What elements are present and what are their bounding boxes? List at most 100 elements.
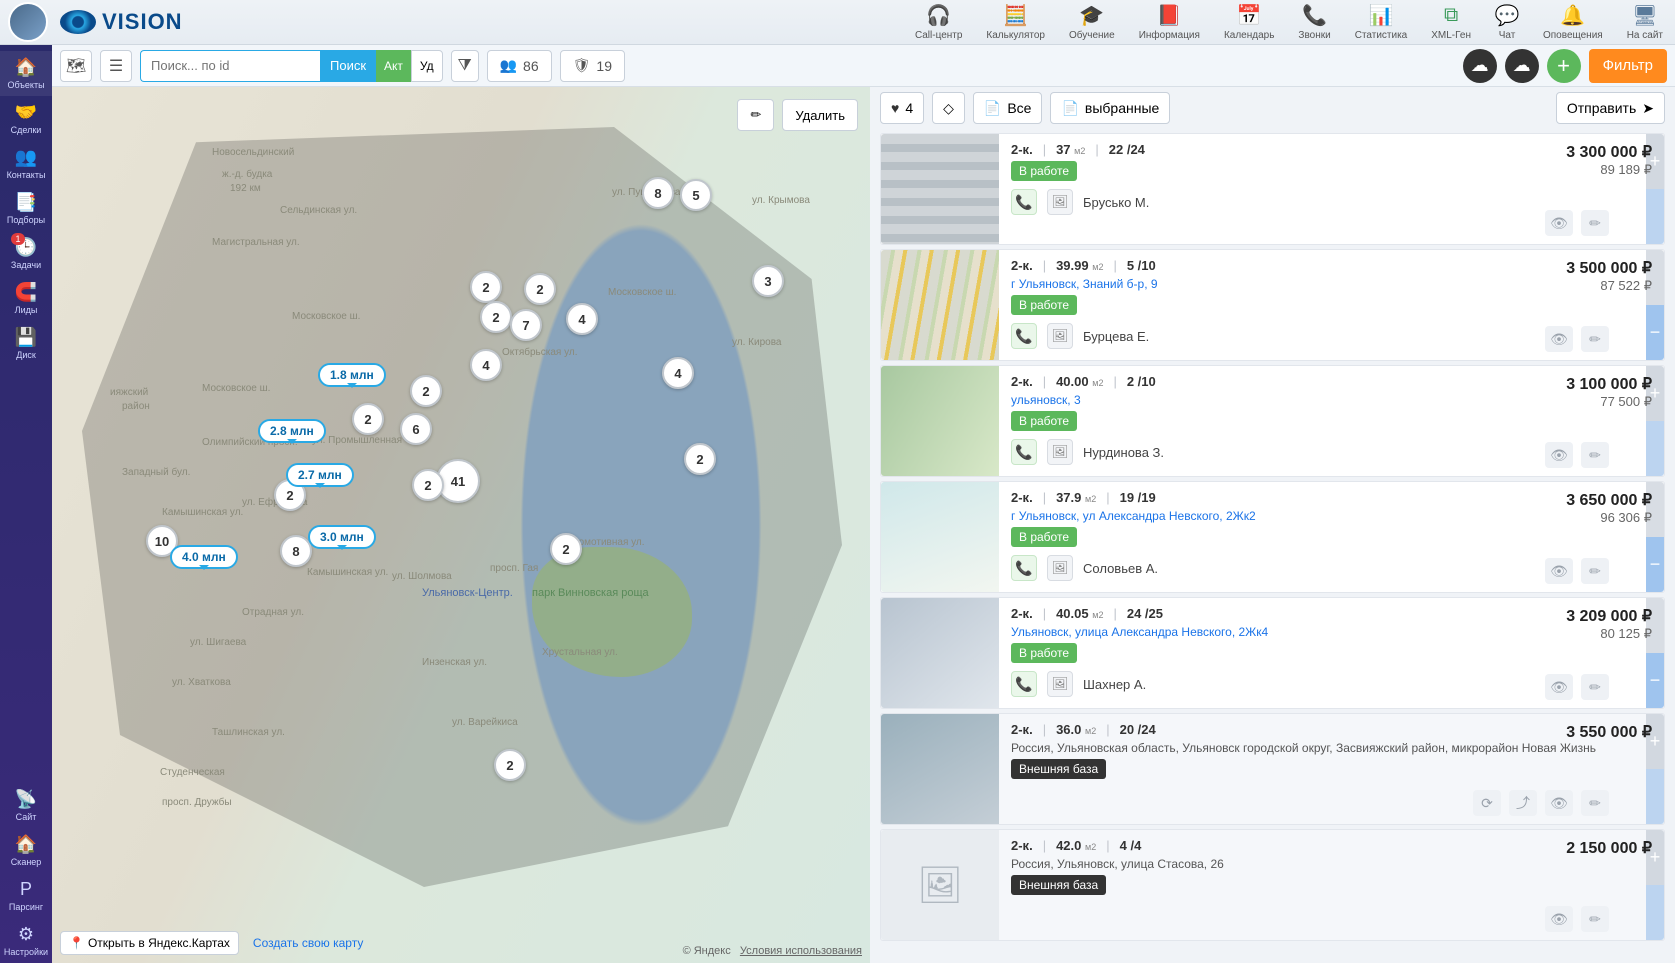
listing-address[interactable]: Россия, Ульяновск, улица Стасова, 26 xyxy=(1011,857,1634,871)
map-cluster[interactable]: 2 xyxy=(684,443,716,475)
add-button[interactable]: + xyxy=(1547,49,1581,83)
search-button[interactable]: Поиск xyxy=(320,50,376,82)
eye-icon[interactable]: 👁 xyxy=(1545,674,1573,700)
phone-icon[interactable]: 📞 xyxy=(1011,671,1037,697)
listing-thumbnail[interactable] xyxy=(881,366,999,476)
listing-thumbnail[interactable] xyxy=(881,250,999,360)
people-count-chip[interactable]: 👥 86 xyxy=(487,50,552,82)
strip-minus[interactable] xyxy=(1646,769,1664,824)
listing-row[interactable]: 🖼 2-к.| 42.0 м2| 4 /4 Россия, Ульяновск,… xyxy=(880,829,1665,941)
strip-minus[interactable] xyxy=(1646,885,1664,940)
cloud-upload-icon[interactable]: ☁ xyxy=(1463,49,1497,83)
sidebar-item-site[interactable]: 📡 Сайт xyxy=(0,783,52,828)
top-icon-6[interactable]: 📊 Статистика xyxy=(1351,2,1412,43)
map-cluster[interactable]: 8 xyxy=(280,535,312,567)
map-edit-button[interactable]: ✏ xyxy=(737,99,774,131)
listing-row[interactable]: 2-к.| 40.05 м2| 24 /25 Ульяновск, улица … xyxy=(880,597,1665,709)
listing-address[interactable]: Россия, Ульяновская область, Ульяновск г… xyxy=(1011,741,1634,755)
map-cluster[interactable]: 2 xyxy=(352,403,384,435)
edit-icon[interactable]: ✏ xyxy=(1581,906,1609,932)
map-cluster[interactable]: 2 xyxy=(494,749,526,781)
attr-terms[interactable]: Условия использования xyxy=(740,945,862,957)
map-cluster[interactable]: 2 xyxy=(412,469,444,501)
listing-row[interactable]: 2-к.| 39.99 м2| 5 /10 г Ульяновск, Знани… xyxy=(880,249,1665,361)
funnel-icon[interactable]: ⧩ xyxy=(451,50,479,82)
edit-icon[interactable]: ✏ xyxy=(1581,790,1609,816)
listing-row[interactable]: 2-к.| 37.9 м2| 19 /19 г Ульяновск, ул Ал… xyxy=(880,481,1665,593)
picture-icon[interactable]: 🖼 xyxy=(1047,323,1073,349)
edit-icon[interactable]: ✏ xyxy=(1581,326,1609,352)
shield-count-chip[interactable]: 🛡 19 xyxy=(560,50,625,82)
map-cluster[interactable]: 2 xyxy=(524,273,556,305)
map-cluster[interactable]: 2 xyxy=(410,375,442,407)
sidebar-item-deals[interactable]: 🤝 Сделки xyxy=(0,96,52,141)
logo[interactable]: VISION xyxy=(60,9,183,35)
map-cluster[interactable]: 6 xyxy=(400,413,432,445)
sidebar-item-settings[interactable]: ⚙ Настройки xyxy=(0,918,52,963)
map-cluster[interactable]: 3 xyxy=(752,265,784,297)
sidebar-item-objects[interactable]: 🏠 Объекты xyxy=(0,51,52,96)
phone-icon[interactable]: 📞 xyxy=(1011,439,1037,465)
eye-icon[interactable]: 👁 xyxy=(1545,210,1573,236)
listing-address[interactable]: Ульяновск, улица Александра Невского, 2Ж… xyxy=(1011,625,1634,639)
phone-icon[interactable]: 📞 xyxy=(1011,323,1037,349)
user-avatar[interactable] xyxy=(8,2,48,42)
map-price-pin[interactable]: 1.8 млн xyxy=(318,363,386,387)
top-icon-0[interactable]: 🎧 Call-центр xyxy=(911,2,966,43)
sidebar-item-selections[interactable]: 📑 Подборы xyxy=(0,186,52,231)
picture-icon[interactable]: 🖼 xyxy=(1047,555,1073,581)
top-icon-4[interactable]: 📅 Календарь xyxy=(1220,2,1278,43)
open-yandex-maps[interactable]: 📍 Открыть в Яндекс.Картах xyxy=(60,931,239,955)
phone-icon[interactable]: 📞 xyxy=(1011,189,1037,215)
map-cluster[interactable]: 8 xyxy=(642,177,674,209)
strip-minus[interactable]: − xyxy=(1646,305,1664,360)
edit-icon[interactable]: ✏ xyxy=(1581,558,1609,584)
eye-icon[interactable]: 👁 xyxy=(1545,558,1573,584)
selected-button[interactable]: 📄 выбранные xyxy=(1050,92,1170,124)
sidebar-item-parsing[interactable]: P Парсинг xyxy=(0,873,52,918)
listing-thumbnail[interactable] xyxy=(881,134,999,244)
search-input[interactable] xyxy=(140,50,320,82)
act-button[interactable]: Акт xyxy=(376,50,411,82)
map-cluster[interactable]: 5 xyxy=(680,179,712,211)
map-view-icon[interactable]: 🗺 xyxy=(60,50,92,82)
top-icon-7[interactable]: ⧉ XML-Ген xyxy=(1427,2,1475,43)
edit-icon[interactable]: ✏ xyxy=(1581,442,1609,468)
map-cluster[interactable]: 4 xyxy=(470,349,502,381)
refresh-icon[interactable]: ⟳ xyxy=(1473,790,1501,816)
map-cluster[interactable]: 2 xyxy=(480,301,512,333)
create-own-map[interactable]: Создать свою карту xyxy=(253,936,363,950)
picture-icon[interactable]: 🖼 xyxy=(1047,671,1073,697)
listing-address[interactable]: ульяновск, 3 xyxy=(1011,393,1634,407)
map-price-pin[interactable]: 2.8 млн xyxy=(258,419,326,443)
edit-icon[interactable]: ✏ xyxy=(1581,210,1609,236)
listing-row[interactable]: 2-к.| 37 м2| 22 /24 В работе 📞 🖼 Брусько… xyxy=(880,133,1665,245)
cloud-download-icon[interactable]: ☁ xyxy=(1505,49,1539,83)
map-pane[interactable]: Новосельдинскийж.-д. будка192 кмСельдинс… xyxy=(52,87,870,963)
listing-thumbnail[interactable] xyxy=(881,714,999,824)
sidebar-item-tasks[interactable]: 1 🕒 Задачи xyxy=(0,231,52,276)
list-view-icon[interactable]: ☰ xyxy=(100,50,132,82)
listing-address[interactable]: г Ульяновск, ул Александра Невского, 2Жк… xyxy=(1011,509,1634,523)
strip-minus[interactable] xyxy=(1646,421,1664,476)
map-cluster[interactable]: 7 xyxy=(510,309,542,341)
sidebar-item-contacts[interactable]: 👥 Контакты xyxy=(0,141,52,186)
listing-thumbnail[interactable] xyxy=(881,482,999,592)
listing-thumbnail[interactable]: 🖼 xyxy=(881,830,999,940)
listing-row[interactable]: 2-к.| 36.0 м2| 20 /24 Россия, Ульяновска… xyxy=(880,713,1665,825)
eye-icon[interactable]: 👁 xyxy=(1545,326,1573,352)
top-icon-3[interactable]: 📕 Информация xyxy=(1135,2,1204,43)
route-icon[interactable]: ⤴ xyxy=(1509,790,1537,816)
top-icon-9[interactable]: 🔔 Оповещения xyxy=(1539,2,1607,43)
map-cluster[interactable]: 2 xyxy=(550,533,582,565)
sidebar-item-leads[interactable]: 🧲 Лиды xyxy=(0,276,52,321)
send-button[interactable]: Отправить ➤ xyxy=(1556,92,1665,124)
strip-minus[interactable]: − xyxy=(1646,537,1664,592)
edit-icon[interactable]: ✏ xyxy=(1581,674,1609,700)
favorites-chip[interactable]: ♥ 4 xyxy=(880,92,924,124)
map-delete-button[interactable]: Удалить xyxy=(782,99,858,131)
top-icon-5[interactable]: 📞 Звонки xyxy=(1294,2,1334,43)
eye-icon[interactable]: 👁 xyxy=(1545,790,1573,816)
map-price-pin[interactable]: 2.7 млн xyxy=(286,463,354,487)
map-cluster[interactable]: 4 xyxy=(566,303,598,335)
